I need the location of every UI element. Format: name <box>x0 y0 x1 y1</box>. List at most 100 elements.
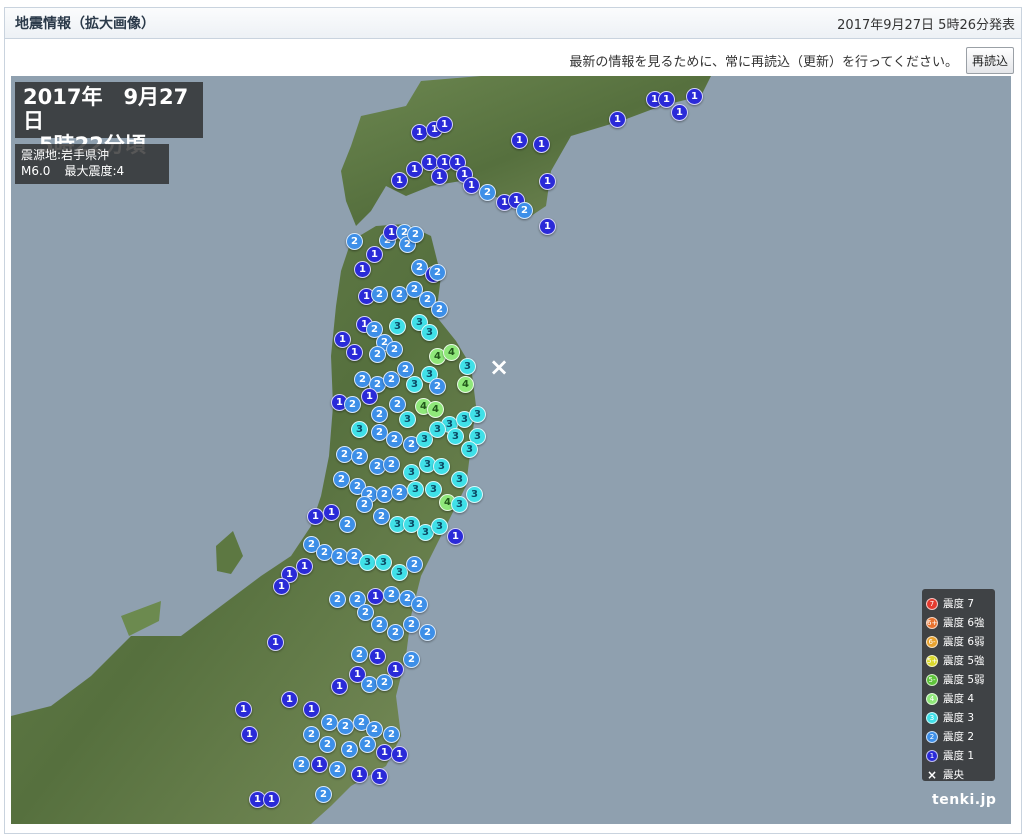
legend-dot-icon: 6- <box>926 635 938 648</box>
legend-row: 2 震度 2 <box>926 727 991 746</box>
legend-epicenter-icon: × <box>926 767 938 782</box>
station-marker-icon: 3 <box>461 441 478 458</box>
legend-rows: 7 震度 7 6+ 震度 6強 6- 震度 6弱 5+ 震度 5強 5- 震度 5弱 4 震度 43震… <box>926 594 991 765</box>
station-marker-icon: 2 <box>356 496 373 513</box>
station-marker-icon: 2 <box>337 718 354 735</box>
station-marker-icon: 2 <box>351 646 368 663</box>
station-marker-icon: 2 <box>329 591 346 608</box>
station-marker-icon: 4 <box>427 401 444 418</box>
legend-dot-icon: 4 <box>926 692 938 705</box>
station-marker-icon: 3 <box>431 518 448 535</box>
station-marker-icon: 2 <box>359 736 376 753</box>
legend-dot-icon: 1 <box>926 749 938 762</box>
station-marker-icon: 4 <box>457 376 474 393</box>
station-marker-icon: 2 <box>351 448 368 465</box>
refresh-notice: 最新の情報を見るために、常に再読込（更新）を行ってください。 再読込 <box>5 39 1021 81</box>
station-marker-icon: 1 <box>371 768 388 785</box>
legend-label: 震度 4 <box>943 693 975 705</box>
station-marker-icon: 1 <box>311 756 328 773</box>
station-marker-icon: 3 <box>447 428 464 445</box>
station-marker-icon: 2 <box>403 616 420 633</box>
station-marker-icon: 3 <box>389 318 406 335</box>
station-marker-icon: 1 <box>367 588 384 605</box>
legend-row: 3 震度 3 <box>926 708 991 727</box>
station-marker-icon: 2 <box>411 596 428 613</box>
legend-row: 5+ 震度 5強 <box>926 651 991 670</box>
station-marker-icon: 3 <box>429 421 446 438</box>
station-marker-icon: 2 <box>419 624 436 641</box>
station-marker-icon: 1 <box>346 344 363 361</box>
station-marker-icon: 2 <box>344 396 361 413</box>
legend-label: 震度 6強 <box>943 617 985 629</box>
panel-header: 地震情報（拡大画像） 2017年9月27日 5時26分発表 <box>5 8 1021 39</box>
station-marker-icon: 3 <box>451 471 468 488</box>
station-marker-icon: 1 <box>671 104 688 121</box>
legend-row: 6- 震度 6弱 <box>926 632 991 651</box>
legend-row: 6+ 震度 6強 <box>926 613 991 632</box>
station-marker-icon: 2 <box>516 202 533 219</box>
legend-label: 震度 5強 <box>943 655 985 667</box>
legend-dot-icon: 5- <box>926 673 938 686</box>
station-marker-icon: 2 <box>373 508 390 525</box>
station-marker-icon: 1 <box>539 173 556 190</box>
station-marker-icon: 2 <box>339 516 356 533</box>
station-marker-icon: 2 <box>403 651 420 668</box>
legend-row: 1 震度 1 <box>926 746 991 765</box>
station-marker-icon: 2 <box>479 184 496 201</box>
station-marker-icon: 1 <box>296 558 313 575</box>
station-marker-icon: 1 <box>609 111 626 128</box>
legend-dot-icon: 3 <box>926 711 938 724</box>
station-marker-icon: 1 <box>235 701 252 718</box>
issued-time: 2017年9月27日 5時26分発表 <box>837 17 1015 33</box>
station-marker-icon: 2 <box>387 624 404 641</box>
station-marker-icon: 3 <box>466 486 483 503</box>
legend-label: 震度 3 <box>943 712 975 724</box>
station-marker-icon: 2 <box>321 714 338 731</box>
station-marker-icon: 2 <box>383 456 400 473</box>
reload-button[interactable]: 再読込 <box>965 46 1014 74</box>
station-marker-icon: 1 <box>263 791 280 808</box>
station-marker-icon: 1 <box>323 504 340 521</box>
station-marker-icon: 2 <box>429 378 446 395</box>
legend-row: 7 震度 7 <box>926 594 991 613</box>
station-marker-icon: 2 <box>346 233 363 250</box>
station-marker-icon: 2 <box>303 726 320 743</box>
station-marker-icon: 1 <box>511 132 528 149</box>
station-marker-icon: 1 <box>431 168 448 185</box>
intensity-markers: 1111111111111111112112112121222212112222… <box>11 76 1011 824</box>
intensity-legend: 7 震度 7 6+ 震度 6強 6- 震度 6弱 5+ 震度 5強 5- 震度 5弱 4 震度 43震… <box>922 589 995 784</box>
station-marker-icon: 2 <box>386 431 403 448</box>
station-marker-icon: 1 <box>539 218 556 235</box>
station-marker-icon: 2 <box>429 264 446 281</box>
station-marker-icon: 2 <box>357 604 374 621</box>
station-marker-icon: 1 <box>281 691 298 708</box>
legend-label: 震度 6弱 <box>943 636 985 648</box>
station-marker-icon: 1 <box>463 177 480 194</box>
station-marker-icon: 3 <box>399 411 416 428</box>
station-marker-icon: 1 <box>361 388 378 405</box>
station-marker-icon: 1 <box>406 161 423 178</box>
brand-logo: tenki.jp <box>932 792 997 808</box>
legend-row: 4 震度 4 <box>926 689 991 708</box>
station-marker-icon: 3 <box>451 496 468 513</box>
station-marker-icon: 1 <box>447 528 464 545</box>
event-datetime: 2017年 9月27日 5時22分頃 <box>15 82 203 157</box>
station-marker-icon: 3 <box>407 481 424 498</box>
event-date: 2017年 9月27日 <box>23 85 189 133</box>
station-marker-icon: 1 <box>241 726 258 743</box>
legend-dot-icon: 5+ <box>926 654 938 667</box>
magnitude-line: M6.0 最大震度:4 <box>21 163 163 179</box>
intensity-map: 1111111111111111112112112121222212112222… <box>11 76 1011 824</box>
legend-dot-icon: 2 <box>926 730 938 743</box>
max-intensity: 最大震度:4 <box>64 164 125 178</box>
station-marker-icon: 2 <box>391 484 408 501</box>
station-marker-icon: 2 <box>383 586 400 603</box>
station-marker-icon: 3 <box>359 554 376 571</box>
station-marker-icon: 1 <box>369 648 386 665</box>
station-marker-icon: 1 <box>391 746 408 763</box>
station-marker-icon: 2 <box>371 286 388 303</box>
station-marker-icon: 1 <box>391 172 408 189</box>
station-marker-icon: 2 <box>431 301 448 318</box>
legend-epicenter: × 震央 <box>926 765 991 784</box>
page-title: 地震情報（拡大画像） <box>15 16 155 32</box>
